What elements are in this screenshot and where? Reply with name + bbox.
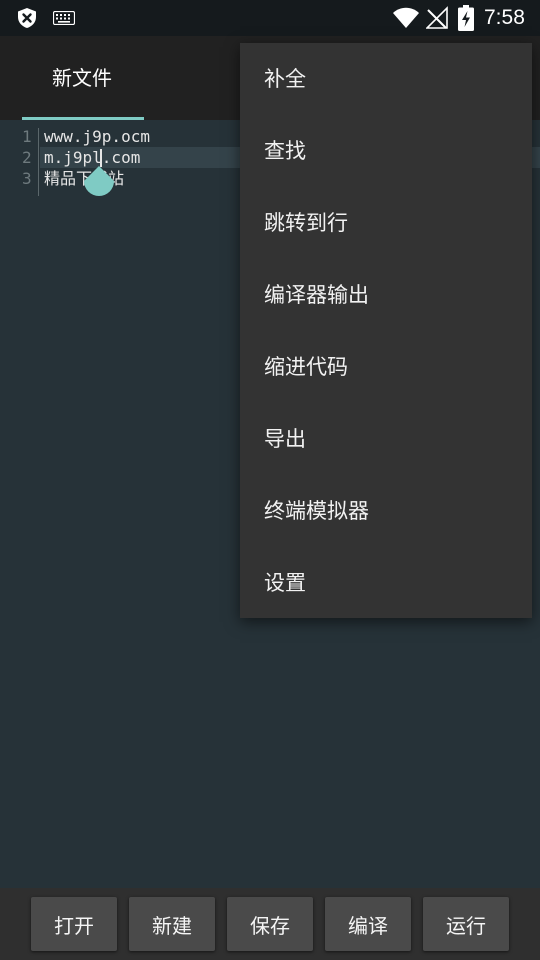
menu-item-export[interactable]: 导出 [240,403,532,475]
compile-button[interactable]: 编译 [325,897,411,951]
bottom-toolbar: 打开 新建 保存 编译 运行 [0,888,540,960]
run-button[interactable]: 运行 [423,897,509,951]
menu-item-autocomplete[interactable]: 补全 [240,43,532,115]
line-number: 1 [22,127,32,146]
status-bar: 7:58 [0,0,540,36]
tab-label: 新文件 [52,66,112,90]
menu-item-label: 缩进代码 [264,355,348,379]
open-button[interactable]: 打开 [31,897,117,951]
save-button[interactable]: 保存 [227,897,313,951]
line-number: 2 [22,148,32,167]
menu-item-goto-line[interactable]: 跳转到行 [240,187,532,259]
no-signal-icon [426,6,448,29]
menu-item-label: 跳转到行 [264,211,348,235]
menu-item-terminal-emulator[interactable]: 终端模拟器 [240,475,532,547]
menu-item-label: 查找 [264,139,306,163]
menu-item-indent-code[interactable]: 缩进代码 [240,331,532,403]
menu-item-label: 补全 [264,67,306,91]
menu-item-label: 设置 [264,571,306,595]
menu-item-compiler-output[interactable]: 编译器输出 [240,259,532,331]
gutter-divider [38,128,39,196]
menu-item-label: 编译器输出 [264,283,369,307]
line-number: 3 [22,169,32,188]
text-caret [100,149,102,167]
clock: 7:58 [484,6,525,29]
code-line[interactable]: m.j9pl.com [44,147,140,168]
shield-close-icon [18,8,36,28]
overflow-menu: 补全 查找 跳转到行 编译器输出 缩进代码 导出 终端模拟器 设置 [240,43,532,618]
wifi-icon [393,7,419,28]
menu-item-label: 导出 [264,427,306,451]
menu-item-settings[interactable]: 设置 [240,547,532,619]
code-line[interactable]: www.j9p.ocm [44,126,150,147]
menu-item-find[interactable]: 查找 [240,115,532,187]
new-button[interactable]: 新建 [129,897,215,951]
tab-new-file[interactable]: 新文件 [22,36,144,120]
keyboard-icon [53,11,75,25]
battery-charging-icon [458,5,474,31]
cursor-handle-icon[interactable] [84,166,114,198]
menu-item-label: 终端模拟器 [264,499,369,523]
